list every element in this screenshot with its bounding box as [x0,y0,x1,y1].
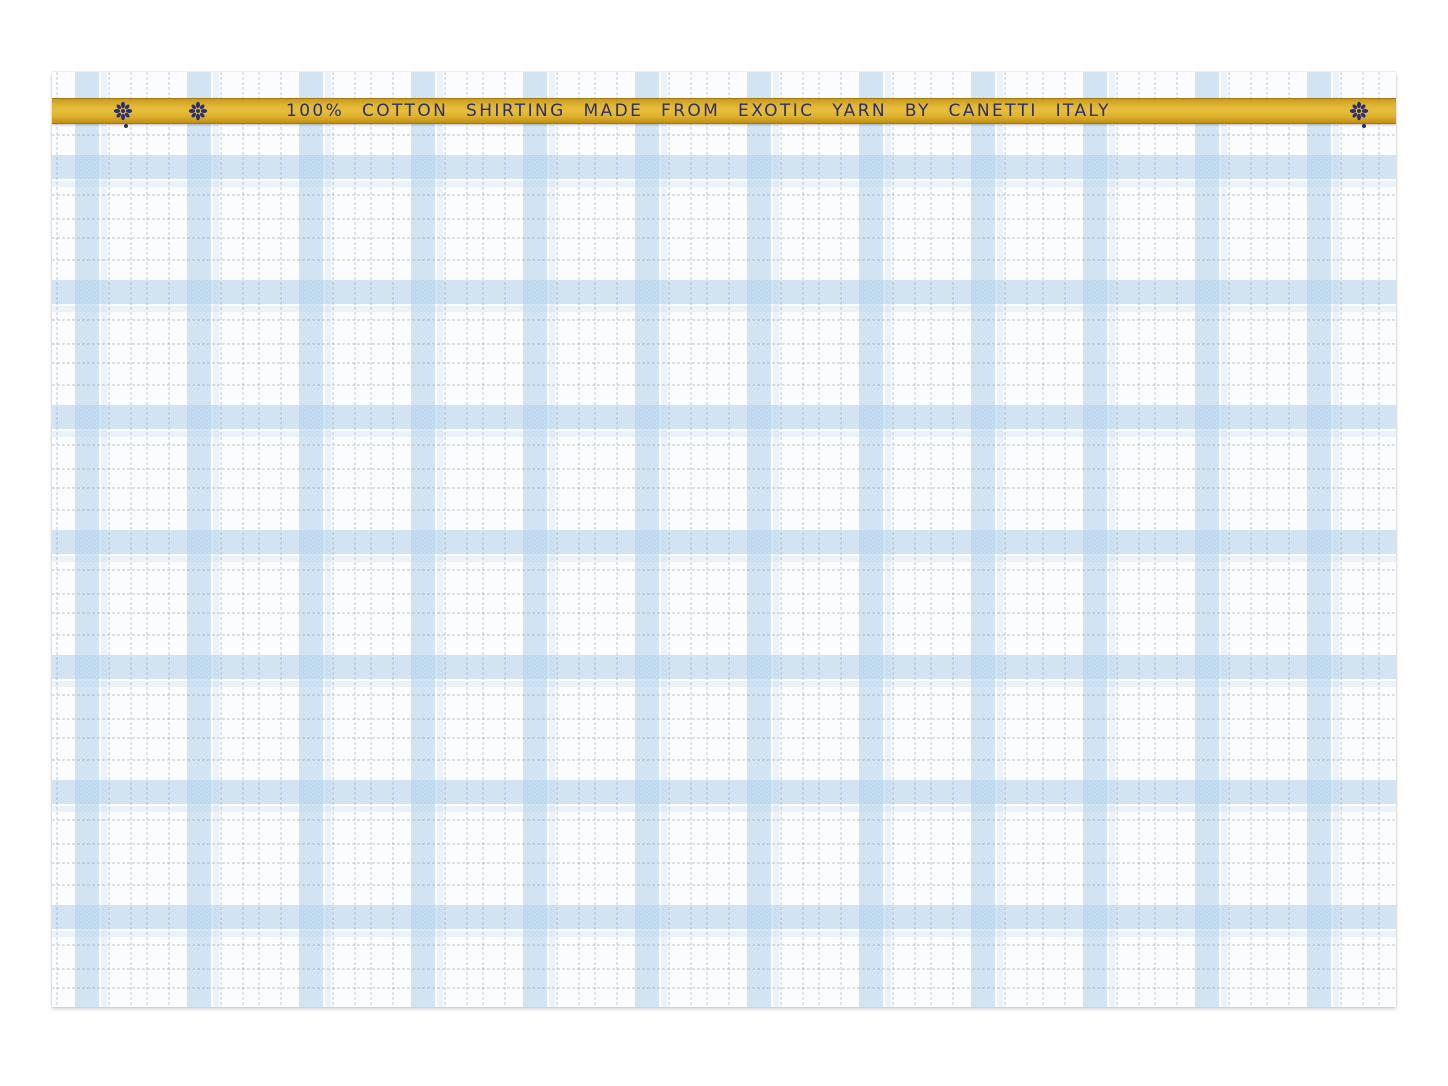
stitch-dot [124,124,128,128]
fabric-swatch: 100% COTTON SHIRTING MADE FROM EXOTIC YA… [52,72,1396,1007]
flower-ornament-icon [1349,101,1369,121]
selvedge-label-strip: 100% COTTON SHIRTING MADE FROM EXOTIC YA… [52,98,1396,124]
stitch-dot [1362,124,1366,128]
check-pattern [52,72,1396,1007]
image-canvas: 100% COTTON SHIRTING MADE FROM EXOTIC YA… [0,0,1448,1086]
selvedge-text: 100% COTTON SHIRTING MADE FROM EXOTIC YA… [286,101,1111,121]
flower-ornament-icon [113,101,133,121]
flower-ornament-icon [188,101,208,121]
